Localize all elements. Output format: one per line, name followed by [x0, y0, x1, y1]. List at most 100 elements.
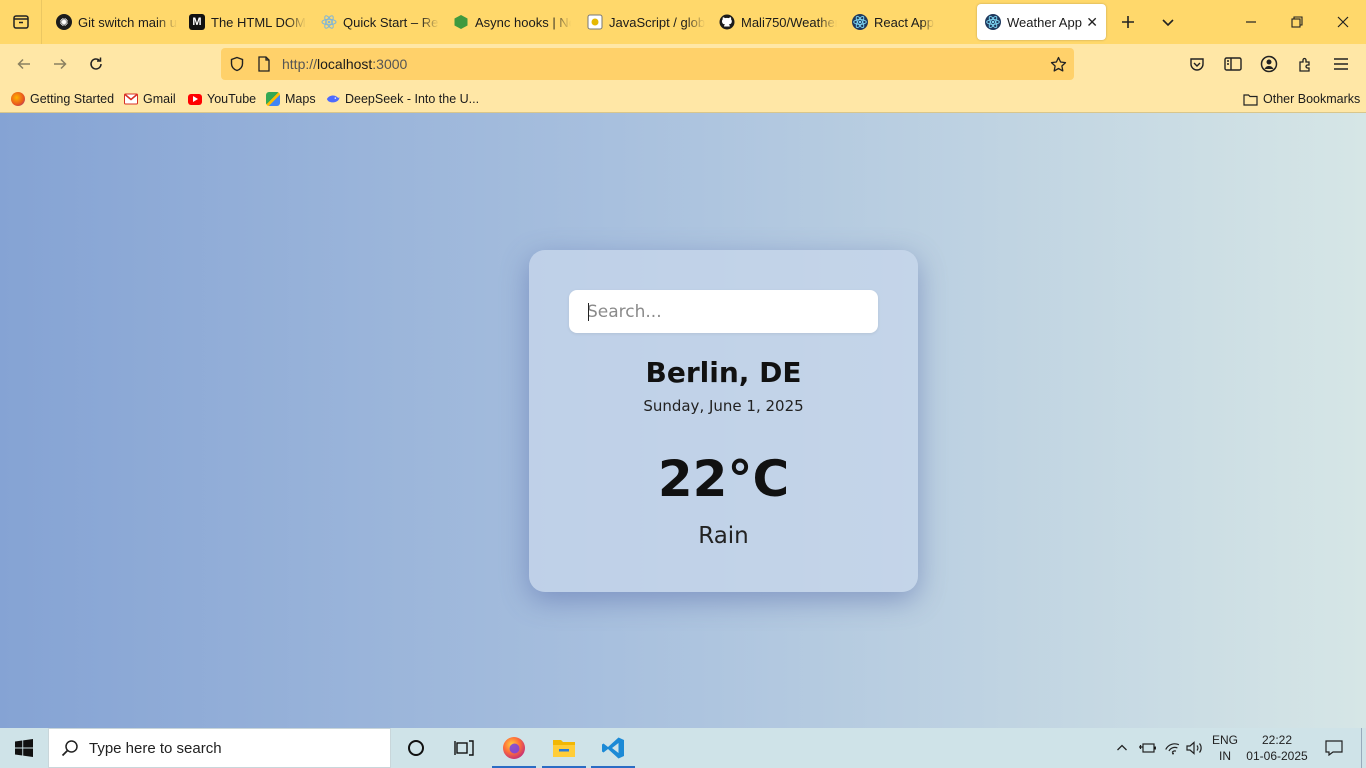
tab-list-icon: [12, 15, 29, 29]
taskbar-search-placeholder: Type here to search: [89, 739, 222, 757]
arrow-left-icon: [17, 58, 30, 70]
bookmark-deepseek[interactable]: DeepSeek - Into the U...: [326, 90, 479, 108]
search-icon: [61, 740, 78, 757]
url-bar[interactable]: http://localhost:3000: [221, 48, 1074, 80]
tab-title: Mali750/Weather: [741, 14, 837, 30]
account-icon: [1260, 55, 1278, 73]
tab-javascript-global[interactable]: JavaScript / glob: [579, 4, 705, 40]
tab-title: The HTML DOM: [211, 14, 306, 30]
text-cursor: [588, 303, 589, 321]
tracking-protection-icon[interactable]: [228, 55, 246, 73]
tab-title: Quick Start – Rea: [343, 14, 439, 30]
account-button[interactable]: [1253, 48, 1285, 80]
tab-async-hooks[interactable]: Async hooks | No: [445, 4, 571, 40]
openai-icon: ✺: [56, 14, 72, 30]
weather-condition: Rain: [698, 523, 749, 549]
pocket-button[interactable]: [1181, 48, 1213, 80]
tab-title: Weather App: [1007, 14, 1082, 30]
language-code: ENG: [1211, 733, 1238, 747]
tab-title: React App: [874, 14, 934, 30]
tab-title: Async hooks | No: [475, 14, 571, 30]
bookmark-label: Gmail: [143, 92, 176, 106]
close-window-button[interactable]: [1322, 0, 1364, 44]
tab-html-dom[interactable]: M The HTML DOM: [181, 4, 309, 40]
taskbar-clock[interactable]: 22:22 01-06-2025: [1240, 732, 1314, 764]
reload-button[interactable]: [80, 48, 112, 80]
close-tab-icon[interactable]: ✕: [1086, 14, 1098, 31]
restore-button[interactable]: [1276, 0, 1318, 44]
hamburger-menu-icon: [1334, 58, 1348, 70]
close-icon: [1337, 16, 1349, 28]
taskbar-search-box[interactable]: Type here to search: [48, 728, 391, 768]
wifi-icon: [1165, 743, 1180, 755]
bookmark-maps[interactable]: Maps: [266, 90, 316, 108]
action-center-button[interactable]: [1320, 728, 1348, 768]
temperature: 22°C: [657, 450, 790, 508]
show-desktop-button[interactable]: [1361, 728, 1366, 768]
firefox-icon: [11, 92, 25, 106]
reload-icon: [90, 57, 102, 70]
chevron-up-icon: [1117, 744, 1127, 751]
tab-react-app[interactable]: React App: [844, 4, 970, 40]
new-tab-button[interactable]: [1108, 0, 1148, 44]
arrow-right-icon: [54, 58, 67, 70]
menu-button[interactable]: [1325, 48, 1357, 80]
mdn-icon: [587, 14, 603, 30]
chevron-down-icon: [1162, 19, 1174, 27]
sidebar-button[interactable]: [1217, 48, 1249, 80]
bookmark-gmail[interactable]: Gmail: [124, 90, 176, 108]
clock-date: 01-06-2025: [1246, 749, 1308, 763]
react-icon: [321, 14, 337, 30]
task-view-icon: [454, 740, 474, 756]
minimize-button[interactable]: [1230, 0, 1272, 44]
react-icon: [985, 14, 1001, 30]
tab-weather-app[interactable]: Weather App ✕: [977, 4, 1106, 40]
medium-icon: M: [189, 14, 205, 30]
tab-quick-start[interactable]: Quick Start – Rea: [313, 4, 439, 40]
folder-icon: [1243, 93, 1258, 106]
tab-title: Git switch main u: [78, 14, 177, 30]
minimize-icon: [1246, 21, 1256, 23]
back-button[interactable]: [8, 48, 40, 80]
tab-github-weather[interactable]: Mali750/Weather: [711, 4, 837, 40]
vscode-icon: [602, 737, 624, 759]
bookmark-youtube[interactable]: YouTube: [188, 90, 256, 108]
show-hidden-icons-button[interactable]: [1112, 728, 1132, 768]
bookmark-getting-started[interactable]: Getting Started: [11, 90, 114, 108]
tab-overflow-button[interactable]: [1148, 0, 1188, 44]
volume-button[interactable]: [1184, 728, 1206, 768]
task-view-button[interactable]: [440, 728, 488, 768]
page-info-icon[interactable]: [256, 56, 272, 72]
taskbar-file-explorer[interactable]: [540, 728, 588, 768]
battery-button[interactable]: [1136, 728, 1158, 768]
bookmark-label: Maps: [285, 92, 316, 106]
tab-title: JavaScript / glob: [609, 14, 705, 30]
bookmarks-toolbar: Getting Started Gmail YouTube Maps DeepS…: [0, 84, 1366, 113]
nodejs-icon: [453, 14, 469, 30]
start-button[interactable]: [0, 728, 48, 768]
forward-button[interactable]: [44, 48, 76, 80]
bookmark-star-icon[interactable]: [1049, 55, 1067, 73]
other-bookmarks-folder[interactable]: Other Bookmarks: [1243, 90, 1360, 108]
list-all-tabs-button[interactable]: [0, 0, 42, 44]
input-language-indicator[interactable]: ENG IN: [1210, 732, 1240, 764]
youtube-icon: [188, 93, 202, 105]
other-bookmarks-label: Other Bookmarks: [1263, 92, 1361, 106]
bookmark-label: YouTube: [207, 92, 257, 106]
extensions-button[interactable]: [1289, 48, 1321, 80]
maps-icon: [266, 92, 280, 106]
plus-icon: [1122, 16, 1134, 28]
tab-bar: ✺ Git switch main u M The HTML DOM Quick…: [0, 0, 1366, 44]
cortana-icon: [408, 740, 424, 756]
restore-icon: [1291, 16, 1303, 28]
puzzle-icon: [1299, 57, 1310, 72]
folder-icon: [553, 740, 575, 757]
city-search-input[interactable]: [569, 290, 878, 333]
cortana-button[interactable]: [392, 728, 440, 768]
taskbar-firefox[interactable]: [490, 728, 538, 768]
taskbar-vscode[interactable]: [589, 728, 637, 768]
windows-taskbar: Type here to search ENG IN 22:22 01-06-2…: [0, 728, 1366, 768]
tab-git-switch[interactable]: ✺ Git switch main u: [48, 4, 178, 40]
windows-logo-icon: [15, 739, 33, 757]
network-button[interactable]: [1162, 728, 1184, 768]
